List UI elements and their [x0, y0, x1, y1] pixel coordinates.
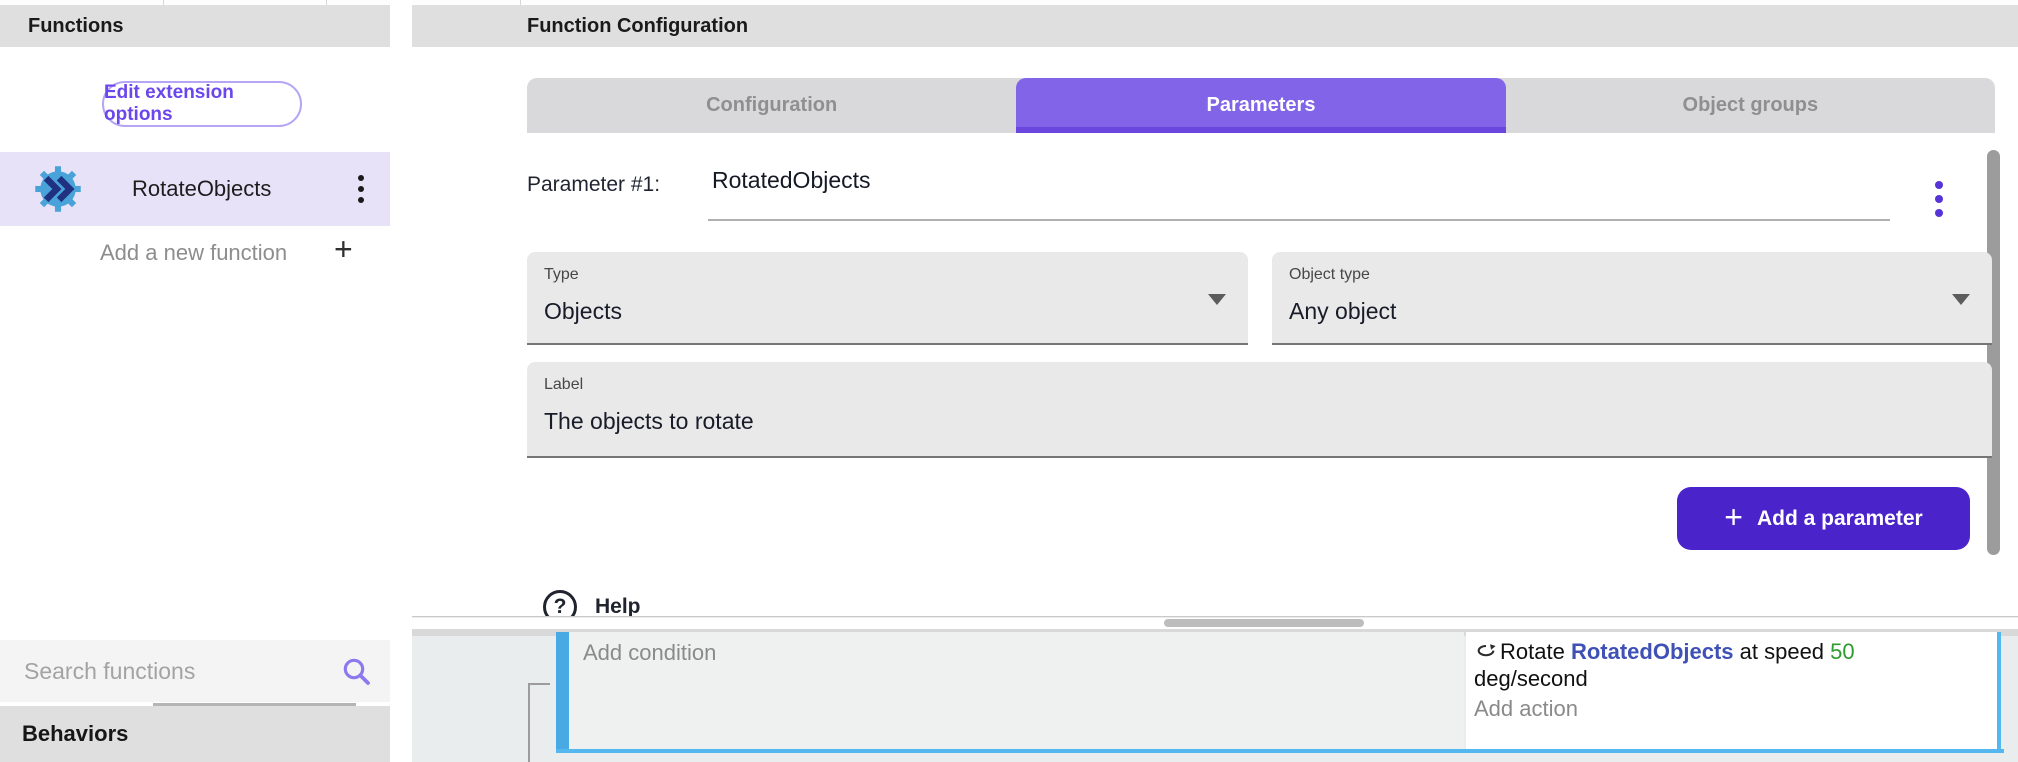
edit-extension-options-label: Edit extension options	[104, 82, 300, 126]
behaviors-section-header[interactable]: Behaviors	[0, 706, 390, 762]
event-indent-guide	[528, 683, 530, 762]
search-functions-input[interactable]	[22, 657, 322, 686]
function-gear-icon	[32, 163, 84, 215]
function-name: RotateObjects	[132, 176, 271, 202]
functions-panel-title: Functions	[0, 5, 390, 47]
add-parameter-label: Add a parameter	[1757, 507, 1923, 531]
action-value: 50	[1830, 639, 1854, 664]
add-new-function-row[interactable]: Add a new function +	[0, 229, 390, 277]
type-select-value: Objects	[544, 298, 622, 325]
action-prefix: Rotate	[1500, 639, 1571, 664]
chevron-down-icon	[1952, 294, 1970, 305]
parameter-name-input[interactable]: RotatedObjects	[712, 167, 871, 194]
action-object-name: RotatedObjects	[1571, 639, 1734, 664]
chevron-down-icon	[1208, 294, 1226, 305]
event-selection-border	[556, 749, 2004, 753]
add-parameter-button[interactable]: + Add a parameter	[1677, 487, 1970, 550]
object-type-select[interactable]: Object type Any object	[1272, 252, 1992, 345]
vertical-scrollbar[interactable]	[1987, 150, 2000, 555]
parameter-number-label: Parameter #1:	[527, 173, 660, 197]
horizontal-scrollbar-thumb[interactable]	[1164, 619, 1364, 627]
event-drag-handle[interactable]	[556, 632, 569, 749]
tab-parameters[interactable]: Parameters	[1016, 78, 1505, 133]
search-functions-bar	[0, 640, 390, 702]
rotate-icon	[1474, 641, 1498, 663]
tab-parameters-label: Parameters	[1207, 94, 1316, 117]
edit-extension-options-button[interactable]: Edit extension options	[102, 81, 302, 127]
events-sheet-panel: Add condition Rotate RotatedObjects at s…	[412, 616, 2018, 762]
action-text[interactable]: Rotate RotatedObjects at speed 50	[1474, 638, 1992, 665]
event-indent-guide	[528, 683, 550, 685]
tab-object-groups[interactable]: Object groups	[1506, 78, 1995, 133]
plus-icon: +	[334, 231, 353, 268]
add-new-function-label: Add a new function	[100, 240, 287, 266]
event-conditions-cell[interactable]: Add condition	[569, 632, 1464, 749]
parameter-name-underline	[708, 219, 1890, 221]
function-configuration-title: Function Configuration	[412, 5, 2018, 47]
type-select[interactable]: Type Objects	[527, 252, 1248, 345]
panel-divider-gap	[390, 0, 412, 762]
parameter-label-field-value: The objects to rotate	[544, 408, 754, 435]
configuration-tab-bar: Configuration Parameters Object groups	[527, 78, 1995, 133]
tab-configuration[interactable]: Configuration	[527, 78, 1016, 133]
add-condition-link[interactable]: Add condition	[583, 640, 716, 666]
parameter-menu-icon[interactable]	[1935, 181, 1943, 217]
action-suffix: deg/second	[1474, 665, 1992, 692]
function-list-item-rotateobjects[interactable]: RotateObjects	[0, 152, 390, 226]
parameter-label-field-label: Label	[544, 376, 583, 394]
functions-sidebar: Functions Edit extension options RotateO…	[0, 5, 390, 762]
plus-icon: +	[1724, 501, 1743, 533]
type-select-label: Type	[544, 266, 579, 284]
function-configuration-panel: Function Configuration Configuration Par…	[412, 5, 2018, 762]
event-selection-border	[1997, 632, 2001, 749]
object-type-select-value: Any object	[1289, 298, 1396, 325]
event-actions-cell[interactable]: Rotate RotatedObjects at speed 50 deg/se…	[1466, 632, 2000, 749]
action-middle: at speed	[1734, 639, 1831, 664]
behaviors-title: Behaviors	[22, 721, 128, 747]
tab-object-groups-label: Object groups	[1683, 94, 1819, 117]
parameter-label-field[interactable]: Label The objects to rotate	[527, 362, 1992, 458]
add-action-link[interactable]: Add action	[1474, 695, 1992, 722]
tab-configuration-label: Configuration	[706, 94, 837, 117]
function-item-menu-icon[interactable]	[358, 175, 364, 203]
object-type-select-label: Object type	[1289, 266, 1370, 284]
app-window: Functions Edit extension options RotateO…	[0, 0, 2018, 762]
search-icon[interactable]	[340, 655, 372, 687]
